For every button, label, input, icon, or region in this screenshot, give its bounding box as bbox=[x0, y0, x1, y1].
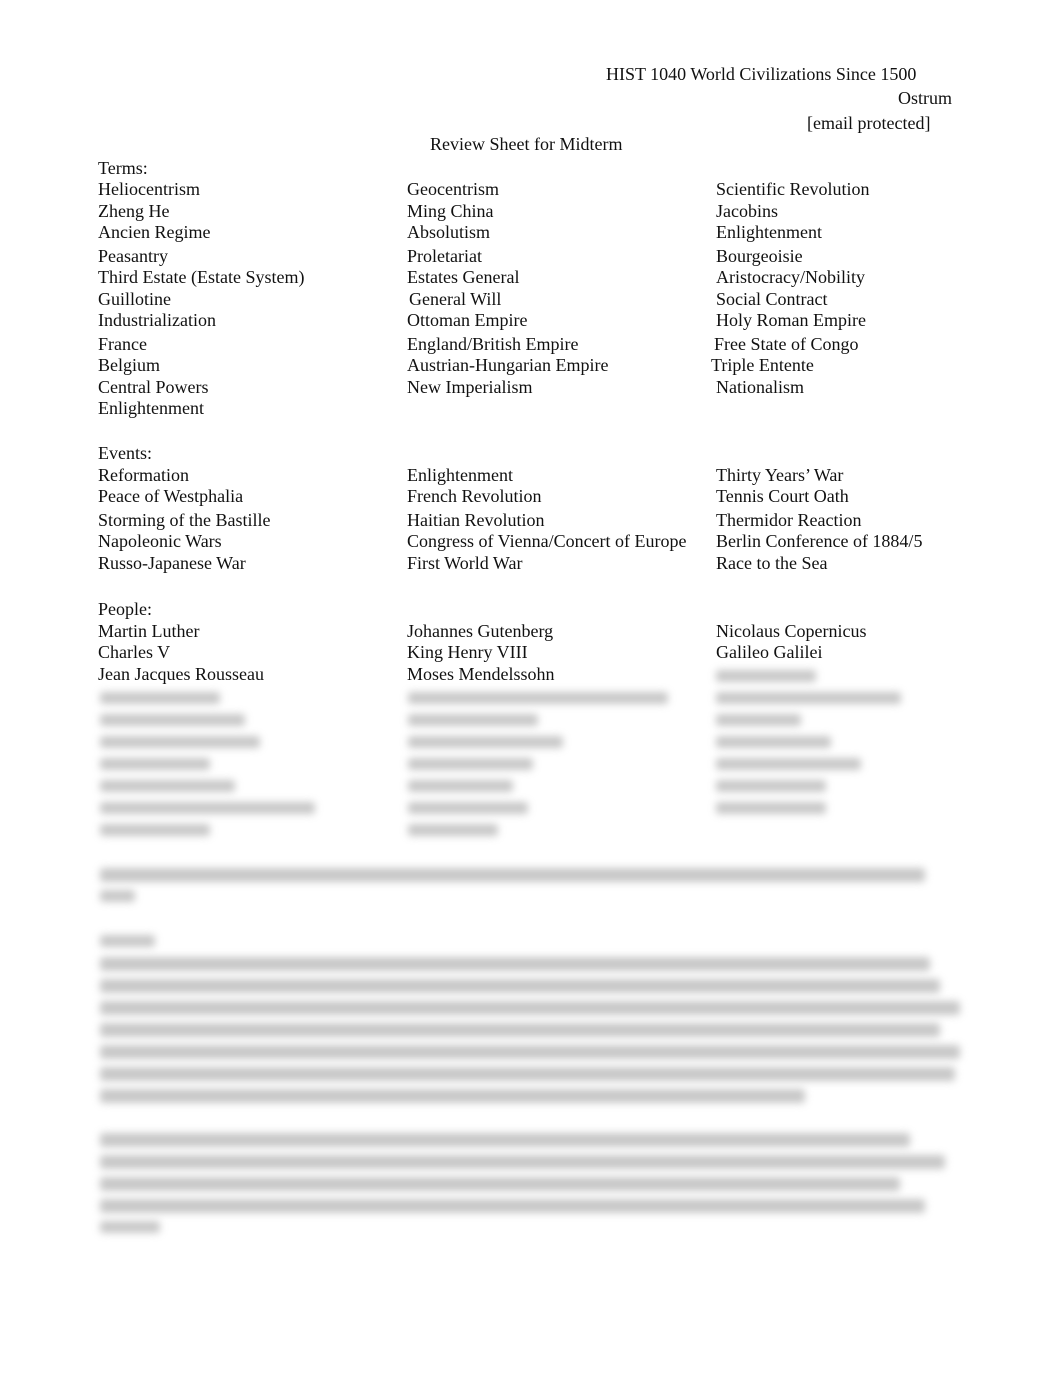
terms-list-item: Holy Roman Empire bbox=[716, 310, 866, 330]
terms-list-item: Aristocracy/Nobility bbox=[716, 267, 865, 287]
people-list-item: Jean Jacques Rousseau bbox=[98, 664, 264, 684]
events-list-item: Tennis Court Oath bbox=[716, 486, 849, 506]
events-list-item: Berlin Conference of 1884/5 bbox=[716, 531, 923, 551]
terms-list-item: Ming China bbox=[407, 201, 494, 221]
terms-list-item: Enlightenment bbox=[716, 222, 822, 242]
course-title: HIST 1040 World Civilizations Since 1500 bbox=[606, 64, 917, 84]
events-list-item: Russo-Japanese War bbox=[98, 553, 246, 573]
events-list-item: Race to the Sea bbox=[716, 553, 828, 573]
people-section-label: People: bbox=[98, 599, 152, 619]
people-list-item: Galileo Galilei bbox=[716, 642, 823, 662]
terms-list-item: France bbox=[98, 334, 147, 354]
events-list-item: Storming of the Bastille bbox=[98, 510, 271, 530]
terms-list-item: England/British Empire bbox=[407, 334, 579, 354]
events-list-item: French Revolution bbox=[407, 486, 542, 506]
terms-list-item: Free State of Congo bbox=[714, 334, 859, 354]
terms-list-item: Central Powers bbox=[98, 377, 209, 397]
events-list-item: Napoleonic Wars bbox=[98, 531, 222, 551]
terms-list-item: Absolutism bbox=[407, 222, 491, 242]
terms-list-item: Heliocentrism bbox=[98, 179, 200, 199]
terms-list-item: General Will bbox=[409, 289, 502, 309]
terms-list-item: Ancien Regime bbox=[98, 222, 211, 242]
terms-list-item: Belgium bbox=[98, 355, 160, 375]
terms-list-item: Third Estate (Estate System) bbox=[98, 267, 305, 287]
events-list-item: Reformation bbox=[98, 465, 189, 485]
events-list-item: Haitian Revolution bbox=[407, 510, 545, 530]
terms-list-item: Enlightenment bbox=[98, 398, 204, 418]
people-list-item: Johannes Gutenberg bbox=[407, 621, 554, 641]
events-list-item: Congress of Vienna/Concert of Europe bbox=[407, 531, 687, 551]
terms-list-item: Nationalism bbox=[716, 377, 804, 397]
terms-list-item: Austrian-Hungarian Empire bbox=[407, 355, 609, 375]
people-list-item: Charles V bbox=[98, 642, 171, 662]
people-list-item: Martin Luther bbox=[98, 621, 200, 641]
events-list-item: Thermidor Reaction bbox=[716, 510, 862, 530]
events-list-item: Enlightenment bbox=[407, 465, 513, 485]
terms-list-item: Estates General bbox=[407, 267, 520, 287]
page-title: Review Sheet for Midterm bbox=[430, 134, 623, 154]
terms-list-item: Zheng He bbox=[98, 201, 170, 221]
terms-section-label: Terms: bbox=[98, 158, 148, 178]
instructor-name: Ostrum bbox=[898, 88, 952, 108]
events-list-item: Thirty Years’ War bbox=[716, 465, 844, 485]
people-list-item: Nicolaus Copernicus bbox=[716, 621, 867, 641]
events-section-label: Events: bbox=[98, 443, 152, 463]
events-list-item: First World War bbox=[407, 553, 523, 573]
terms-list-item: Scientific Revolution bbox=[716, 179, 870, 199]
terms-list-item: Ottoman Empire bbox=[407, 310, 528, 330]
terms-list-item: New Imperialism bbox=[407, 377, 533, 397]
terms-list-item: Guillotine bbox=[98, 289, 171, 309]
instructor-email[interactable]: [email protected] bbox=[807, 112, 930, 134]
terms-list-item: Proletariat bbox=[407, 246, 482, 266]
terms-list-item: Geocentrism bbox=[407, 179, 499, 199]
people-list-item: King Henry VIII bbox=[407, 642, 528, 662]
terms-list-item: Jacobins bbox=[716, 201, 778, 221]
events-list-item: Peace of Westphalia bbox=[98, 486, 244, 506]
terms-list-item: Industrialization bbox=[98, 310, 216, 330]
terms-list-item: Triple Entente bbox=[711, 355, 814, 375]
terms-list-item: Social Contract bbox=[716, 289, 828, 309]
terms-list-item: Bourgeoisie bbox=[716, 246, 803, 266]
people-list-item: Moses Mendelssohn bbox=[407, 664, 555, 684]
terms-list-item: Peasantry bbox=[98, 246, 168, 266]
